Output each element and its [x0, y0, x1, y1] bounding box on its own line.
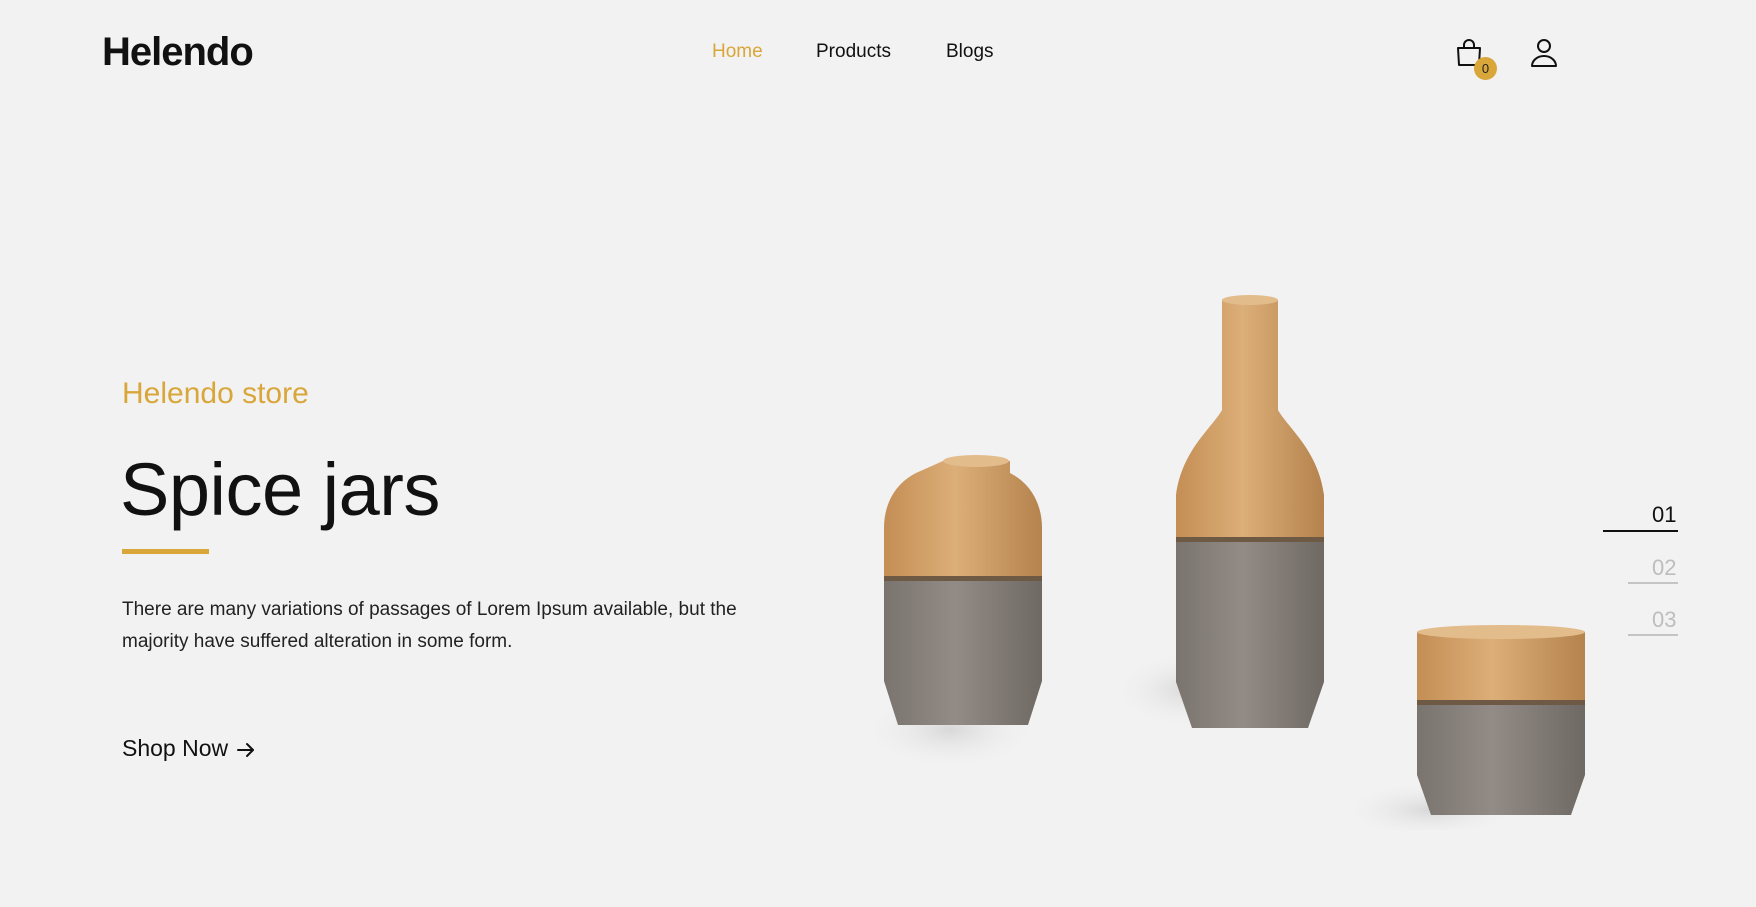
arrow-right-icon	[237, 742, 255, 757]
shop-now-label: Shop Now	[122, 735, 229, 761]
hero-description: There are many variations of passages of…	[122, 599, 737, 652]
slide-indicator-2-line	[1628, 582, 1678, 584]
nav-products-link[interactable]: Products	[816, 41, 891, 63]
site-logo[interactable]: Helendo	[102, 30, 254, 75]
title-underline	[122, 549, 209, 554]
nav-blogs-link[interactable]: Blogs	[946, 41, 994, 63]
short-jar	[1417, 625, 1585, 815]
spice-jars-product-image	[860, 295, 1585, 830]
slide-indicator-3[interactable]: 03	[1652, 607, 1676, 633]
account-button[interactable]	[1530, 38, 1558, 68]
cart-count-badge: 0	[1474, 57, 1497, 80]
hero-eyebrow: Helendo store	[122, 377, 309, 410]
slide-indicator-1-line	[1603, 530, 1678, 532]
cart-button[interactable]: 0	[1455, 38, 1497, 82]
user-icon	[1531, 39, 1557, 67]
tall-bottle	[1176, 295, 1324, 728]
shop-now-button[interactable]: Shop Now	[122, 735, 256, 762]
slide-indicator-2[interactable]: 02	[1652, 555, 1676, 581]
slide-indicator-1[interactable]: 01	[1652, 502, 1676, 528]
nav-home-link[interactable]: Home	[712, 41, 763, 63]
left-jar	[884, 455, 1042, 725]
hero-title: Spice jars	[120, 448, 440, 531]
slide-indicator-3-line	[1628, 634, 1678, 636]
